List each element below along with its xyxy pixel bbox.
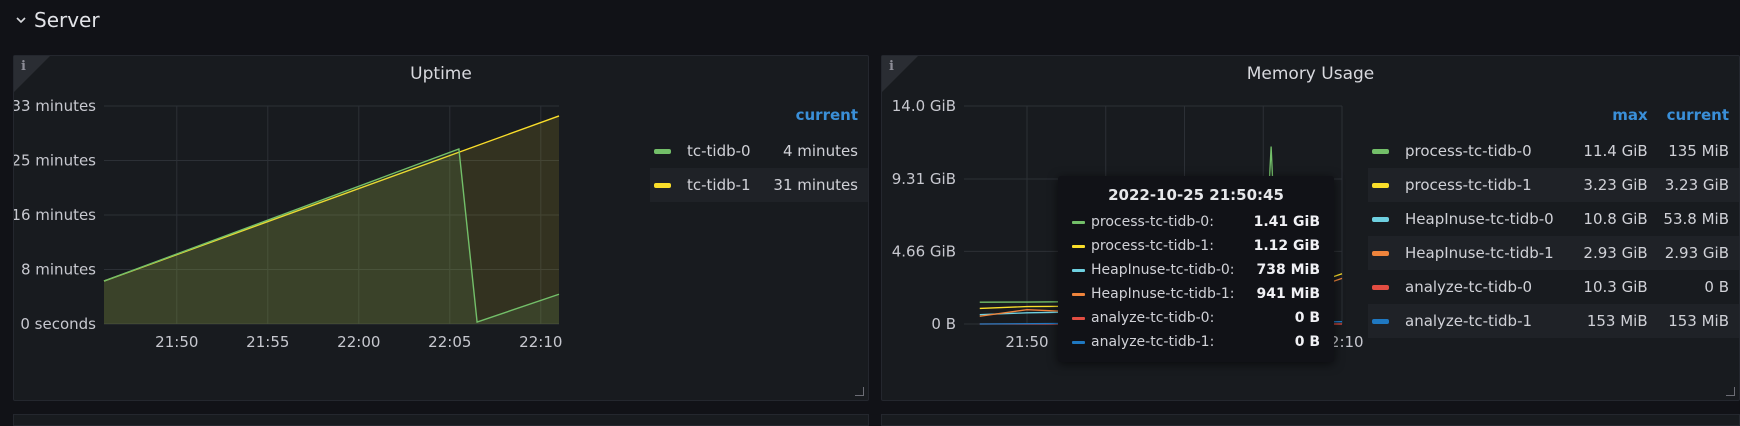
legend-current-value: 135 MiB bbox=[1668, 142, 1729, 160]
legend-current-value: 153 MiB bbox=[1657, 304, 1739, 338]
legend-series-name[interactable]: analyze-tc-tidb-1 bbox=[1405, 312, 1532, 330]
tooltip-swatch bbox=[1072, 244, 1085, 248]
legend-max-value: 153 MiB bbox=[1576, 304, 1658, 338]
tooltip-row: process-tc-tidb-1: 1.12 GiB bbox=[1072, 234, 1320, 258]
legend-swatch bbox=[1372, 285, 1389, 290]
tooltip-row: HeapInuse-tc-tidb-0: 738 MiB bbox=[1072, 258, 1320, 282]
legend-item[interactable]: HeapInuse-tc-tidb-1 2.93 GiB 2.93 GiB bbox=[1368, 236, 1739, 270]
y-tick-label: 0 B bbox=[931, 315, 956, 333]
x-tick-label: 22:05 bbox=[428, 333, 471, 351]
row-header-server[interactable]: Server bbox=[14, 8, 100, 32]
legend-swatch bbox=[654, 149, 671, 154]
legend-series-name[interactable]: HeapInuse-tc-tidb-0 bbox=[1405, 210, 1554, 228]
legend-item[interactable]: analyze-tc-tidb-1 153 MiB 153 MiB bbox=[1368, 304, 1739, 338]
legend-current-value: 0 B bbox=[1704, 278, 1729, 296]
legend-swatch bbox=[1372, 217, 1389, 222]
tooltip-row: analyze-tc-tidb-0: 0 B bbox=[1072, 306, 1320, 330]
legend-series-name[interactable]: tc-tidb-1 bbox=[687, 176, 751, 194]
x-tick-label: 21:50 bbox=[155, 333, 198, 351]
resize-handle[interactable] bbox=[855, 387, 864, 396]
y-tick-label: 4.66 GiB bbox=[892, 242, 956, 260]
chevron-down-icon[interactable] bbox=[14, 13, 28, 27]
y-tick-label: 8 minutes bbox=[21, 261, 96, 279]
tooltip-series-name: process-tc-tidb-1: bbox=[1091, 238, 1214, 254]
tooltip-value: 941 MiB bbox=[1256, 286, 1321, 302]
tooltip-swatch bbox=[1072, 268, 1085, 272]
tooltip-series-name: process-tc-tidb-0: bbox=[1091, 214, 1214, 230]
legend-current-value: 53.8 MiB bbox=[1663, 210, 1729, 228]
next-panel-right[interactable] bbox=[881, 414, 1740, 426]
graph-tooltip: 2022-10-25 21:50:45 process-tc-tidb-0: 1.… bbox=[1058, 176, 1334, 362]
tooltip-series-name: HeapInuse-tc-tidb-0: bbox=[1091, 262, 1235, 278]
legend-current-value: 2.93 GiB bbox=[1657, 236, 1739, 270]
y-tick-label: 33 minutes bbox=[14, 97, 96, 115]
legend-series-name[interactable]: HeapInuse-tc-tidb-1 bbox=[1405, 244, 1554, 262]
legend-header-current[interactable]: current bbox=[650, 106, 868, 134]
y-tick-label: 25 minutes bbox=[14, 152, 96, 170]
uptime-panel[interactable]: i Uptime 0 seconds 8 minutes 16 minutes 25 … bbox=[13, 55, 869, 401]
legend-series-name[interactable]: process-tc-tidb-0 bbox=[1405, 142, 1532, 160]
tooltip-value: 1.12 GiB bbox=[1253, 238, 1320, 254]
tooltip-series-name: analyze-tc-tidb-1: bbox=[1091, 334, 1215, 350]
x-tick-label: 22:10 bbox=[519, 333, 562, 351]
tooltip-swatch bbox=[1072, 316, 1085, 320]
legend-max-value: 10.3 GiB bbox=[1583, 278, 1648, 296]
tooltip-value: 738 MiB bbox=[1256, 262, 1321, 278]
legend-current-value: 3.23 GiB bbox=[1657, 168, 1739, 202]
legend-header-max[interactable]: max bbox=[1576, 106, 1657, 134]
tooltip-row: HeapInuse-tc-tidb-1: 941 MiB bbox=[1072, 282, 1320, 306]
tooltip-value: 1.41 GiB bbox=[1253, 214, 1320, 230]
tooltip-series-name: analyze-tc-tidb-0: bbox=[1091, 310, 1215, 326]
tooltip-swatch bbox=[1072, 340, 1085, 344]
legend-max-value: 10.8 GiB bbox=[1583, 210, 1648, 228]
legend-series-name[interactable]: analyze-tc-tidb-0 bbox=[1405, 278, 1532, 296]
legend-max-value: 2.93 GiB bbox=[1576, 236, 1658, 270]
legend-item[interactable]: process-tc-tidb-1 3.23 GiB 3.23 GiB bbox=[1368, 168, 1739, 202]
next-panel-left[interactable] bbox=[13, 414, 869, 426]
legend-swatch bbox=[654, 183, 671, 188]
legend-max-value: 11.4 GiB bbox=[1583, 142, 1648, 160]
legend-current-value: 31 minutes bbox=[767, 168, 868, 202]
legend-series-name[interactable]: process-tc-tidb-1 bbox=[1405, 176, 1532, 194]
tooltip-series-name: HeapInuse-tc-tidb-1: bbox=[1091, 286, 1235, 302]
legend-current-value: 4 minutes bbox=[782, 142, 858, 160]
legend-max-value: 3.23 GiB bbox=[1576, 168, 1658, 202]
legend-swatch bbox=[1372, 183, 1389, 188]
y-tick-label: 9.31 GiB bbox=[892, 170, 956, 188]
legend-item[interactable]: analyze-tc-tidb-0 10.3 GiB 0 B bbox=[1368, 270, 1739, 304]
row-title: Server bbox=[34, 8, 100, 32]
y-tick-label: 16 minutes bbox=[14, 206, 96, 224]
legend-series-name[interactable]: tc-tidb-0 bbox=[687, 142, 751, 160]
y-tick-label: 0 seconds bbox=[20, 315, 96, 333]
legend-swatch bbox=[1372, 319, 1389, 324]
legend-swatch bbox=[1372, 251, 1389, 256]
legend-item[interactable]: tc-tidb-0 4 minutes bbox=[650, 134, 868, 168]
tooltip-value: 0 B bbox=[1294, 310, 1320, 326]
x-tick-label: 22:00 bbox=[337, 333, 380, 351]
legend-header-current[interactable]: current bbox=[1658, 106, 1739, 134]
x-tick-label: 21:55 bbox=[246, 333, 289, 351]
x-tick-label: 21:50 bbox=[1005, 333, 1048, 351]
tooltip-time: 2022-10-25 21:50:45 bbox=[1108, 186, 1284, 204]
tooltip-swatch bbox=[1072, 220, 1085, 224]
tooltip-value: 0 B bbox=[1294, 334, 1320, 350]
legend-item[interactable]: tc-tidb-1 31 minutes bbox=[650, 168, 868, 202]
tooltip-swatch bbox=[1072, 292, 1085, 296]
uptime-legend: current tc-tidb-0 4 minutes tc-tidb-1 31 mi… bbox=[650, 106, 868, 202]
tooltip-row: process-tc-tidb-0: 1.41 GiB bbox=[1072, 210, 1320, 234]
y-tick-label: 14.0 GiB bbox=[892, 97, 956, 115]
legend-item[interactable]: process-tc-tidb-0 11.4 GiB 135 MiB bbox=[1368, 134, 1739, 168]
legend-item[interactable]: HeapInuse-tc-tidb-0 10.8 GiB 53.8 MiB bbox=[1368, 202, 1739, 236]
resize-handle[interactable] bbox=[1726, 387, 1735, 396]
legend-swatch bbox=[1372, 149, 1389, 154]
tooltip-row: analyze-tc-tidb-1: 0 B bbox=[1072, 330, 1320, 354]
memory-legend: max current process-tc-tidb-0 11.4 GiB 135… bbox=[1368, 106, 1739, 338]
